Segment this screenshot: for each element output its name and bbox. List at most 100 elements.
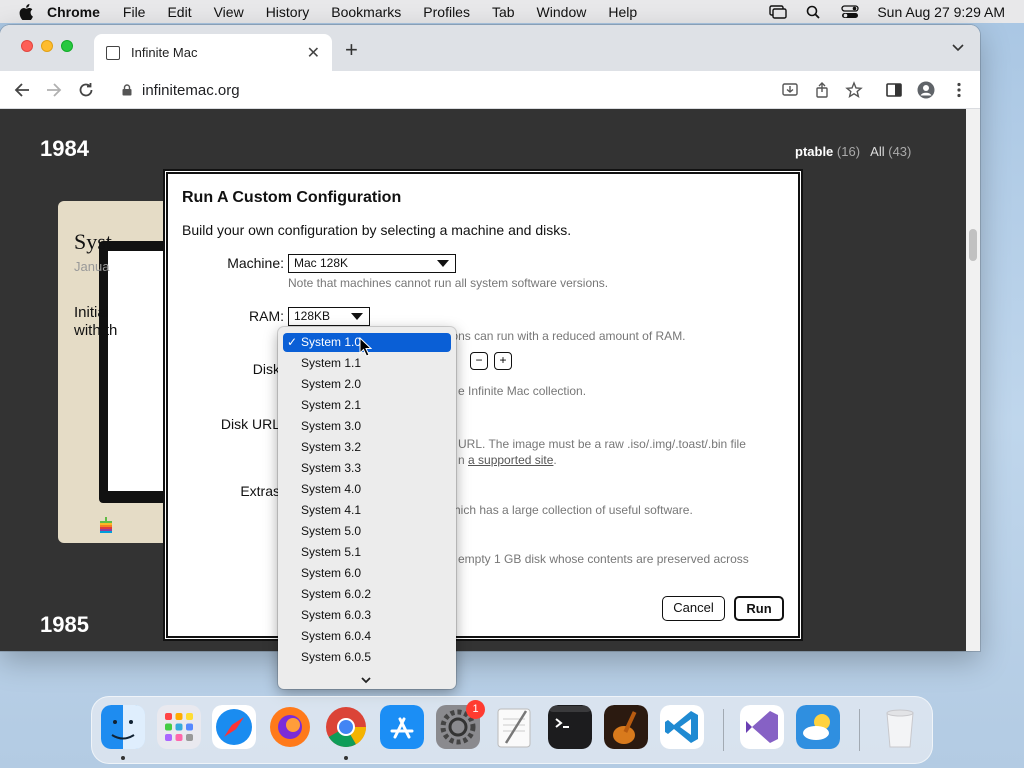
filter-all-count: (43) — [888, 144, 912, 159]
trash-icon[interactable] — [878, 705, 922, 749]
notification-badge: 1 — [466, 700, 485, 719]
menu-help[interactable]: Help — [608, 4, 637, 20]
tab-close-icon[interactable]: ✕ — [307, 43, 320, 63]
disk-option[interactable]: System 3.3 — [283, 459, 451, 478]
menu-window[interactable]: Window — [537, 4, 587, 20]
launchpad-icon[interactable] — [157, 705, 201, 749]
card-description-line-2: with th — [74, 322, 118, 339]
close-window-button[interactable] — [21, 40, 33, 52]
menu-view[interactable]: View — [214, 4, 244, 20]
disk-option[interactable]: System 4.1 — [283, 501, 451, 520]
disk-dropdown-menu: ✓ System 1.0 System 1.1 System 2.0 Syste… — [278, 327, 456, 689]
visual-studio-icon[interactable] — [740, 705, 784, 749]
garageband-icon[interactable] — [604, 705, 648, 749]
machine-label: Machine: — [227, 255, 284, 271]
mouse-pointer-icon — [359, 337, 372, 357]
card-date: Janua — [74, 259, 110, 274]
address-bar[interactable]: infinitemac.org — [108, 74, 878, 106]
year-heading-1984: 1984 — [40, 136, 89, 161]
checkmark-icon: ✓ — [287, 335, 298, 349]
reload-icon[interactable] — [77, 81, 95, 99]
textedit-icon[interactable] — [492, 705, 536, 749]
year-heading-1985: 1985 — [40, 612, 89, 637]
profile-avatar-icon[interactable] — [917, 81, 935, 99]
menu-tab[interactable]: Tab — [492, 4, 515, 20]
cancel-button[interactable]: Cancel — [662, 596, 725, 621]
add-disk-button[interactable]: + — [494, 352, 512, 370]
scroll-down-chevron-icon[interactable] — [360, 675, 372, 685]
tab-search-chevron-icon[interactable] — [952, 41, 964, 53]
control-center-icon[interactable] — [841, 4, 859, 19]
menu-profiles[interactable]: Profiles — [423, 4, 470, 20]
ram-select[interactable]: 128KB — [288, 307, 370, 326]
filter-acceptable-count: (16) — [836, 144, 861, 159]
menu-clock[interactable]: Sun Aug 27 9:29 AM — [877, 4, 1005, 20]
machine-select[interactable]: Mac 128K — [288, 254, 456, 273]
disk-option[interactable]: System 6.0 — [283, 564, 451, 583]
disk-option[interactable]: System 2.1 — [283, 396, 451, 415]
custom-configuration-dialog: Run A Custom Configuration Build your ow… — [165, 171, 801, 639]
disk-url-help-line-1: URL. The image must be a raw .iso/.img/.… — [458, 437, 746, 451]
back-arrow-icon[interactable] — [13, 81, 31, 99]
disk-url-label: Disk URL — [220, 416, 280, 432]
extras-help-line-1: hich has a large collection of useful so… — [454, 503, 693, 517]
supported-site-link[interactable]: a supported site — [468, 453, 553, 467]
filter-bar: ptable (16) All (43) — [795, 144, 911, 159]
run-button[interactable]: Run — [734, 596, 784, 621]
forward-arrow-icon[interactable] — [45, 81, 63, 99]
menu-edit[interactable]: Edit — [167, 4, 191, 20]
extras-help-line-2: empty 1 GB disk whose contents are prese… — [458, 552, 749, 566]
ram-select-value: 128KB — [294, 309, 331, 323]
disk-option[interactable]: System 6.0.3 — [283, 606, 451, 625]
bookmark-star-icon[interactable] — [845, 81, 863, 99]
remove-disk-button[interactable]: − — [470, 352, 488, 370]
safari-icon[interactable] — [212, 705, 256, 749]
screen-mirroring-icon[interactable] — [769, 4, 788, 19]
filter-acceptable-label[interactable]: ptable — [795, 144, 833, 159]
terminal-icon[interactable] — [548, 705, 592, 749]
dock-separator — [859, 709, 860, 751]
dock: 1 — [91, 696, 933, 764]
disk-option[interactable]: System 6.0.4 — [283, 627, 451, 646]
system-settings-icon[interactable]: 1 — [436, 700, 485, 749]
disk-label: Disk — [252, 361, 280, 377]
firefox-icon[interactable] — [268, 705, 312, 749]
ram-label: RAM: — [249, 308, 284, 324]
disk-option[interactable]: System 3.2 — [283, 438, 451, 457]
disk-option[interactable]: System 6.0.2 — [283, 585, 451, 604]
finder-icon[interactable] — [101, 705, 145, 749]
more-menu-icon[interactable] — [950, 81, 968, 99]
spotlight-search-icon[interactable] — [805, 5, 823, 19]
filter-all-label[interactable]: All — [870, 144, 884, 159]
url-text[interactable]: infinitemac.org — [142, 82, 240, 99]
disk-option[interactable]: System 5.0 — [283, 522, 451, 541]
chrome-icon[interactable] — [324, 705, 368, 749]
side-panel-icon[interactable] — [885, 81, 903, 99]
disk-option[interactable]: System 5.1 — [283, 543, 451, 562]
lock-icon[interactable] — [122, 84, 132, 96]
install-app-icon[interactable] — [781, 81, 799, 99]
extras-label: Extras — [240, 483, 280, 499]
rainbow-apple-icon — [100, 517, 112, 533]
disk-option[interactable]: System 4.0 — [283, 480, 451, 499]
menu-file[interactable]: File — [123, 4, 146, 20]
share-icon[interactable] — [813, 81, 831, 99]
apple-icon[interactable] — [19, 3, 33, 20]
page-scrollbar[interactable] — [966, 109, 980, 651]
dropdown-arrow-icon — [351, 313, 363, 320]
vscode-icon[interactable] — [660, 705, 704, 749]
app-store-icon[interactable] — [380, 705, 424, 749]
menu-history[interactable]: History — [266, 4, 310, 20]
menu-bookmarks[interactable]: Bookmarks — [331, 4, 401, 20]
minimize-window-button[interactable] — [41, 40, 53, 52]
zoom-window-button[interactable] — [61, 40, 73, 52]
disk-option[interactable]: System 6.0.5 — [283, 648, 451, 667]
disk-option[interactable]: System 3.0 — [283, 417, 451, 436]
page-scrollbar-thumb[interactable] — [969, 229, 977, 261]
weather-icon[interactable] — [796, 705, 840, 749]
browser-tab[interactable]: Infinite Mac ✕ — [94, 34, 332, 71]
tab-strip: Infinite Mac ✕ + — [0, 25, 980, 71]
new-tab-button[interactable]: + — [345, 37, 358, 63]
disk-option[interactable]: System 2.0 — [283, 375, 451, 394]
menu-app-name[interactable]: Chrome — [47, 4, 100, 20]
